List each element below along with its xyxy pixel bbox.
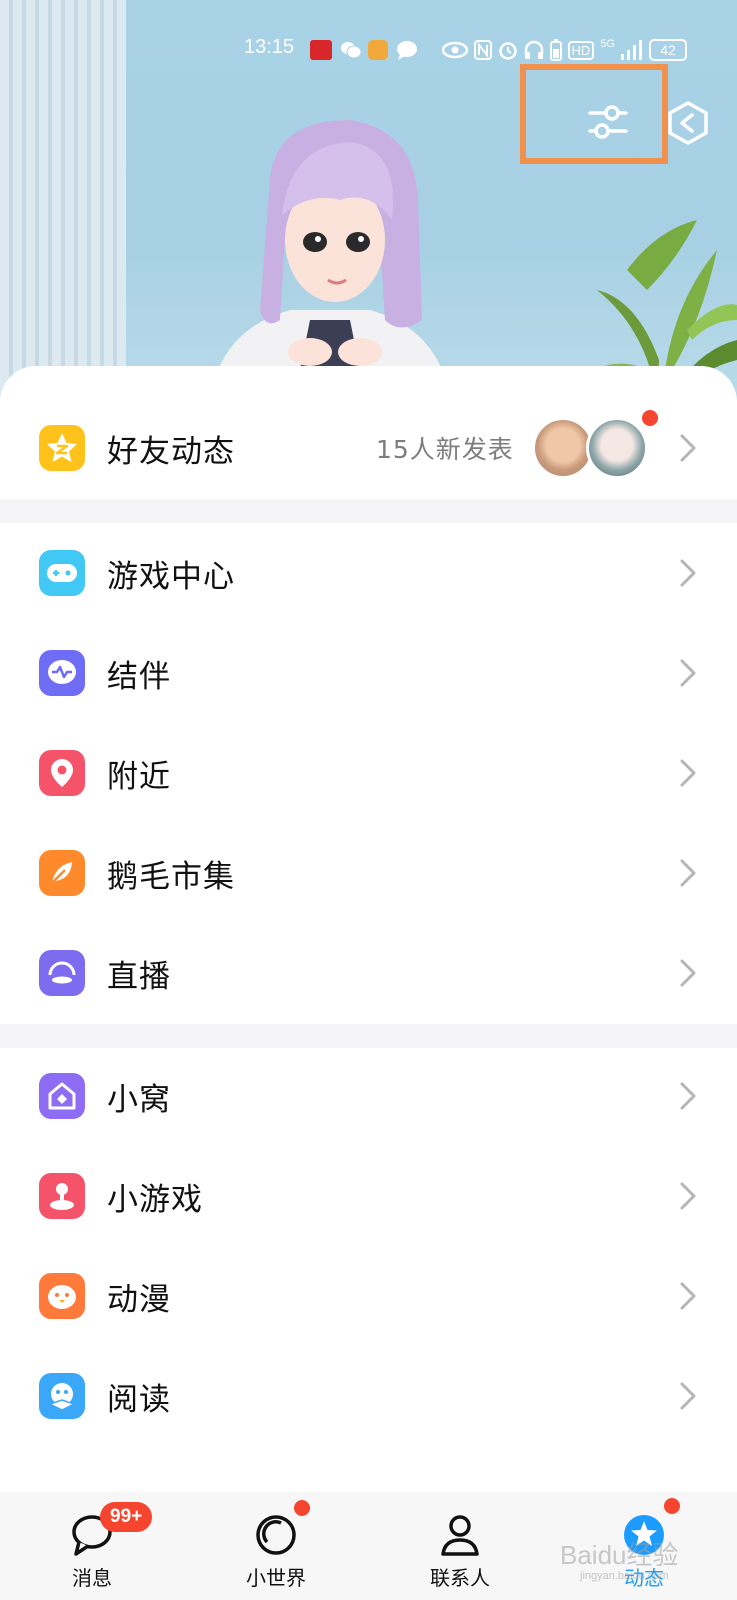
menu-item-label: 动漫 [107,1281,171,1318]
status-time: 13:15 [244,36,295,58]
friend-avatar [532,417,594,479]
menu-item-nearby[interactable]: 附近 [0,723,737,823]
tab-small-world[interactable]: 小世界 [216,1492,336,1600]
feature-menu-card: 好友动态 15人新发表 游戏中心 结伴 附近 鹅毛市集 直播 小窝 小游戏 动漫… [0,366,737,1492]
menu-item-label: 结伴 [107,658,171,695]
status-bar: 13:15 HD 5G 42 [0,36,737,64]
star-z-icon [39,425,85,471]
menu-item-label: 鹅毛市集 [107,858,235,895]
profile-hero: 13:15 HD 5G 42 [0,0,737,400]
menu-item-label: 游戏中心 [107,558,235,595]
chevron-right-icon [680,1382,696,1410]
menu-item-anime[interactable]: 动漫 [0,1246,737,1346]
chevron-right-icon [680,1282,696,1310]
chevron-right-icon [680,659,696,687]
chevron-right-icon [680,434,696,462]
person-icon [441,1515,479,1556]
battery-level: 42 [649,39,687,61]
nfc-icon [473,40,492,60]
friend-feed-row[interactable]: 好友动态 15人新发表 [0,398,737,498]
menu-item-feather-market[interactable]: 鹅毛市集 [0,823,737,923]
tab-messages[interactable]: 99+ 消息 [32,1492,153,1600]
menu-item-mini-games[interactable]: 小游戏 [0,1146,737,1246]
menu-item-label: 小窝 [107,1081,171,1118]
new-post-dot [642,410,658,426]
chevron-right-icon [680,1182,696,1210]
world-ring-icon [256,1515,296,1555]
battery-saver-icon [549,39,562,61]
avatar-character-image[interactable] [200,120,460,400]
wechat-icon [341,42,362,59]
chevron-right-icon [680,1082,696,1110]
status-right-icons: HD 5G 42 [441,38,687,62]
bottom-tab-bar: 99+ 消息 小世界 联系人 动态 Baidu经验 jingyan.baidu.… [0,1492,737,1600]
menu-item-label: 阅读 [107,1381,171,1418]
feather-icon [39,850,85,896]
friend-feed-new-count: 15人新发表 [376,435,514,464]
menu-item-game-center[interactable]: 游戏中心 [0,523,737,623]
menu-item-reading[interactable]: 阅读 [0,1346,737,1446]
section-divider [0,499,737,523]
joystick-icon [39,1173,85,1219]
hd-indicator: HD [567,40,595,60]
tab-label: 消息 [72,1566,112,1590]
chevron-right-icon [680,759,696,787]
alarm-icon [498,42,517,60]
unread-badge: 99+ [100,1502,153,1532]
signal-icon [621,40,642,60]
new-dot [664,1498,680,1514]
cup-app-icon [368,40,388,60]
chevron-right-icon [680,859,696,887]
network-indicator: 5G [600,38,615,50]
friend-feed-label: 好友动态 [107,433,235,470]
home-diamond-icon [39,1073,85,1119]
penguin-face-icon [39,1273,85,1319]
new-dot [294,1500,310,1516]
message-bubble-icon [397,41,417,60]
menu-item-label: 直播 [107,958,171,995]
tab-label: 小世界 [246,1566,306,1590]
friend-avatar [586,417,648,479]
chevron-right-icon [680,959,696,987]
eye-icon [441,41,468,59]
pulse-chat-icon [39,650,85,696]
exit-hexagon-icon[interactable] [666,100,710,146]
gamepad-icon [39,550,85,596]
menu-item-label: 附近 [107,758,171,795]
menu-item-label: 小游戏 [107,1181,203,1218]
headphones-icon [524,40,543,59]
chevron-right-icon [680,559,696,587]
penguin-book-icon [39,1373,85,1419]
tab-contacts[interactable]: 联系人 [400,1492,520,1600]
watermark-text: Baidu经验 [560,1540,679,1570]
live-icon [39,950,85,996]
location-pin-icon [39,750,85,796]
tab-label: 联系人 [430,1566,490,1590]
menu-item-nest[interactable]: 小窝 [0,1046,737,1146]
sliders-icon[interactable] [586,100,630,144]
menu-item-partner[interactable]: 结伴 [0,623,737,723]
menu-item-live[interactable]: 直播 [0,923,737,1023]
watermark-url: jingyan.baidu.com [580,1570,669,1582]
section-divider [0,1024,737,1048]
news-app-icon [310,40,332,60]
